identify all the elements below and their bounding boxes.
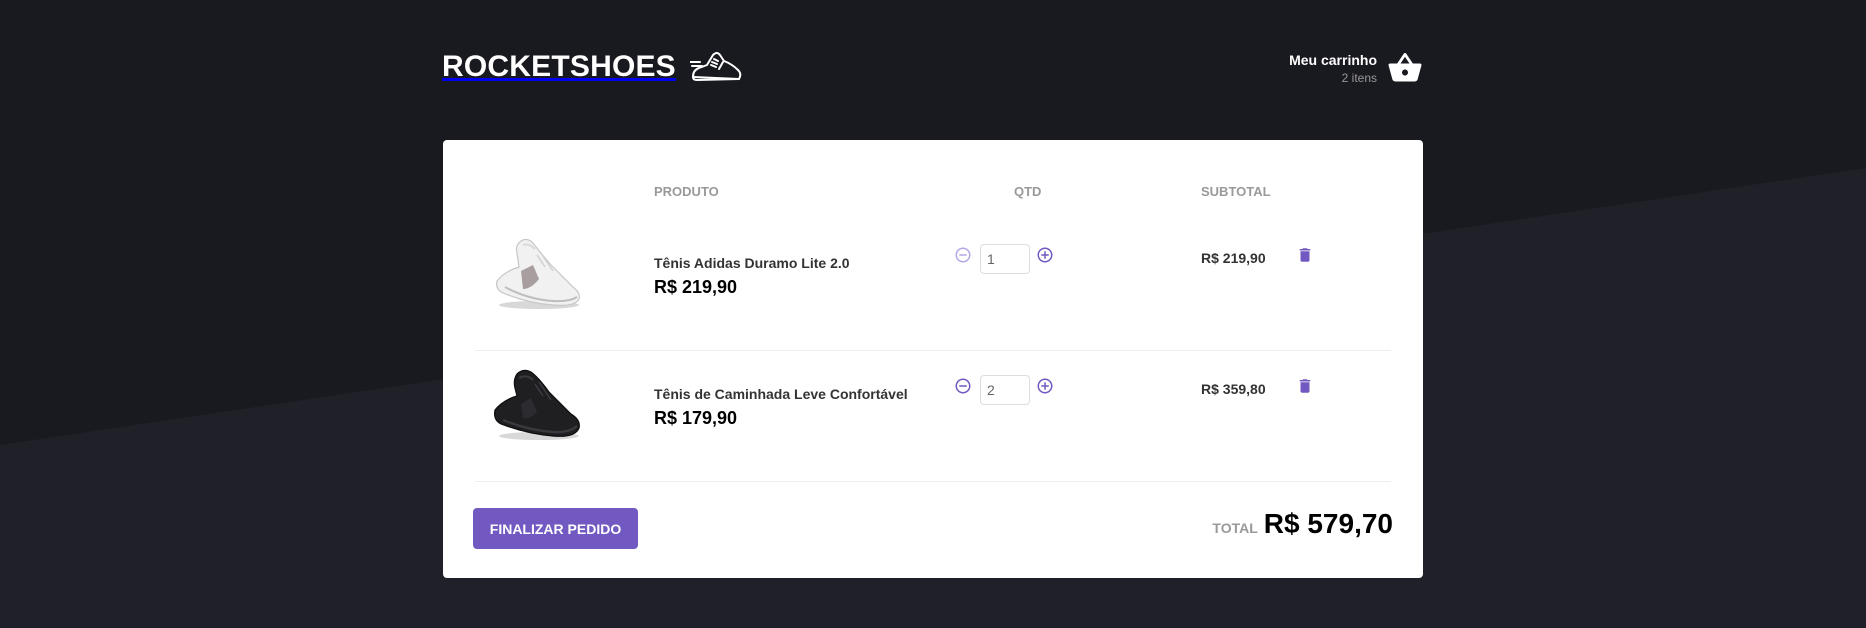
trash-icon <box>1299 248 1311 262</box>
total-label: TOTAL <box>1212 520 1258 536</box>
column-header-product: PRODUTO <box>654 184 719 199</box>
logo-link[interactable]: ROCKETSHOES <box>442 48 742 86</box>
column-header-subtotal: SUBTOTAL <box>1201 184 1271 199</box>
decrease-qty-button[interactable] <box>954 246 972 264</box>
quantity-input[interactable] <box>980 244 1030 274</box>
checkout-button[interactable]: FINALIZAR PEDIDO <box>473 508 638 549</box>
trash-icon <box>1299 379 1311 393</box>
cart-panel: PRODUTO QTD SUBTOTAL Tênis Adidas Duramo… <box>443 140 1423 578</box>
row-subtotal: R$ 219,90 <box>1201 250 1266 266</box>
product-title: Tênis de Caminhada Leve Confortável <box>654 386 908 402</box>
brand-name: ROCKETSHOES <box>442 50 676 83</box>
product-price: R$ 179,90 <box>654 408 738 428</box>
basket-icon <box>1387 50 1423 86</box>
cart-count: 2 itens <box>1341 70 1377 85</box>
row-subtotal: R$ 359,80 <box>1201 381 1266 397</box>
add-circle-icon <box>1037 247 1053 263</box>
decrease-qty-button[interactable] <box>954 377 972 395</box>
order-total: TOTAL R$ 579,70 <box>1212 508 1393 540</box>
add-circle-icon <box>1037 378 1053 394</box>
increase-qty-button[interactable] <box>1036 246 1054 264</box>
product-image-white-sneaker <box>487 231 587 322</box>
product-price: R$ 219,90 <box>654 277 738 297</box>
quantity-input[interactable] <box>980 375 1030 405</box>
increase-qty-button[interactable] <box>1036 377 1054 395</box>
remove-circle-icon <box>955 247 971 263</box>
total-value: R$ 579,70 <box>1263 508 1393 539</box>
delete-item-button[interactable] <box>1296 246 1314 264</box>
delete-item-button[interactable] <box>1296 377 1314 395</box>
app-header: ROCKETSHOES Meu carrinho 2 itens <box>442 0 1423 140</box>
cart-title: Meu carrinho <box>1289 51 1377 68</box>
table-row: Tênis Adidas Duramo Lite 2.0 R$ 219,90 R… <box>475 220 1391 351</box>
column-header-qty: QTD <box>1014 184 1042 199</box>
remove-circle-icon <box>955 378 971 394</box>
page-container: ROCKETSHOES Meu carrinho 2 itens PRODUTO… <box>442 0 1423 578</box>
cart-info: Meu carrinho 2 itens <box>1289 52 1377 85</box>
product-title: Tênis Adidas Duramo Lite 2.0 <box>654 255 850 271</box>
product-image-black-sneaker <box>487 362 587 453</box>
cart-link[interactable]: Meu carrinho 2 itens <box>1289 50 1423 86</box>
table-row: Tênis de Caminhada Leve Confortável R$ 1… <box>475 351 1391 482</box>
sneaker-icon <box>689 48 742 86</box>
